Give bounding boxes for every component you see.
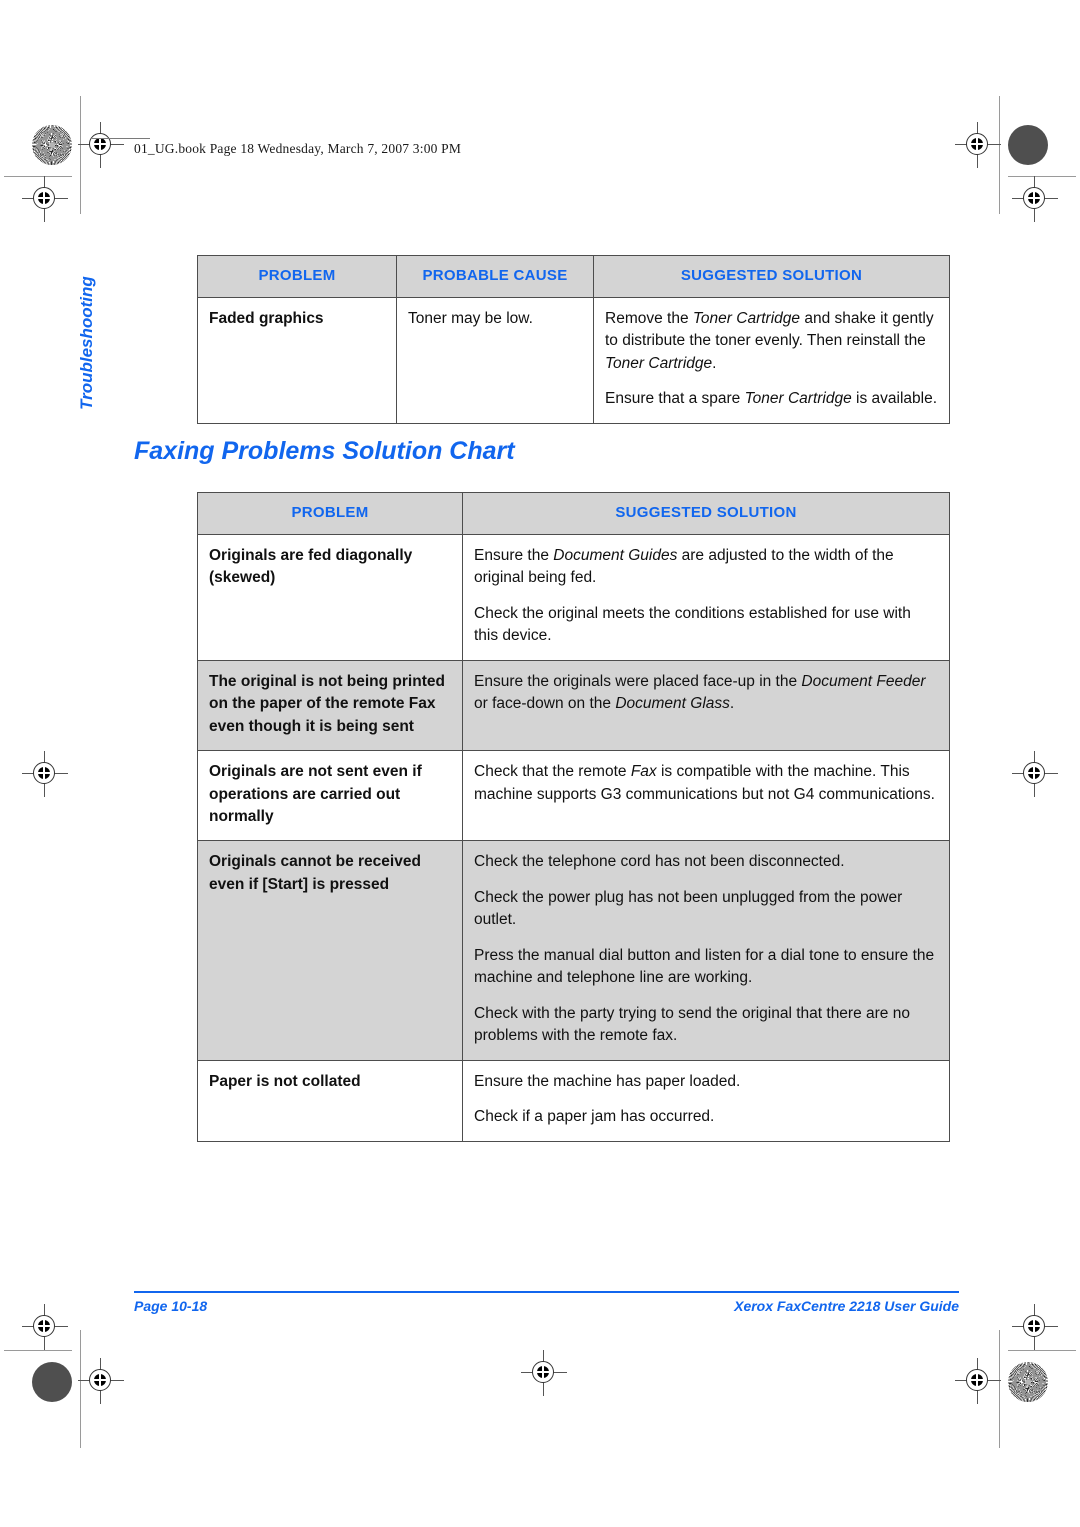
- file-header-text: 01_UG.book Page 18 Wednesday, March 7, 2…: [134, 141, 462, 156]
- column-header-problem: PROBLEM: [197, 255, 397, 298]
- table-row: The original is not being printed on the…: [197, 659, 950, 752]
- registration-mark-mid-left: [22, 751, 68, 797]
- footer-rule: [134, 1291, 959, 1293]
- solution-paragraph: Check the telephone cord has not been di…: [474, 853, 845, 871]
- cell-suggested-solution: Ensure the machine has paper loaded. Chec…: [462, 1059, 950, 1142]
- solution-paragraph: Remove the Toner Cartridge and shake it …: [605, 309, 934, 372]
- cell-suggested-solution: Remove the Toner Cartridge and shake it …: [593, 296, 950, 424]
- radial-density-target-bottom-right: [1008, 1362, 1048, 1402]
- solution-paragraph: Check if a paper jam has occurred.: [474, 1108, 715, 1126]
- footer-guide-title: Xerox FaxCentre 2218 User Guide: [734, 1298, 959, 1314]
- cell-suggested-solution: Check that the remote Fax is compatible …: [462, 750, 950, 842]
- column-header-suggested-solution: SUGGESTED SOLUTION: [462, 492, 950, 535]
- column-header-suggested-solution: SUGGESTED SOLUTION: [593, 255, 950, 298]
- cell-problem: Originals cannot be received even if [St…: [197, 840, 463, 1061]
- cell-suggested-solution: Ensure the originals were placed face-up…: [462, 659, 950, 752]
- cell-problem: The original is not being printed on the…: [197, 659, 463, 752]
- cell-suggested-solution: Ensure the Document Guides are adjusted …: [462, 533, 950, 661]
- column-header-problem: PROBLEM: [197, 492, 463, 535]
- solution-paragraph: Ensure the originals were placed face-up…: [474, 672, 926, 713]
- copy-problems-table: PROBLEM PROBABLE CAUSE SUGGESTED SOLUTIO…: [197, 255, 950, 424]
- cell-problem: Originals are not sent even if operation…: [197, 750, 463, 842]
- cell-probable-cause: Toner may be low.: [396, 296, 594, 424]
- registration-mark-top-right-inner: [955, 122, 1001, 168]
- solution-paragraph: Ensure the machine has paper loaded.: [474, 1072, 741, 1090]
- solution-paragraph: Ensure that a spare Toner Cartridge is a…: [605, 390, 938, 408]
- cell-problem: Paper is not collated: [197, 1059, 463, 1142]
- trim-line-bottom-left: [4, 1350, 72, 1351]
- cell-suggested-solution: Check the telephone cord has not been di…: [462, 840, 950, 1061]
- chapter-tab: Troubleshooting: [77, 250, 127, 410]
- registration-mark-top-left-inner: [78, 122, 124, 168]
- registration-mark-top-left-outer: [22, 176, 68, 222]
- page-title: Faxing Problems Solution Chart: [134, 437, 515, 465]
- table-row: Originals cannot be received even if [St…: [197, 840, 950, 1061]
- registration-mark-bottom-right-inner: [955, 1358, 1001, 1404]
- registration-mark-bottom-right-outer: [1012, 1304, 1058, 1350]
- table-row: Faded graphics Toner may be low. Remove th…: [197, 296, 950, 424]
- solid-density-patch-bottom-left: [32, 1362, 72, 1402]
- registration-mark-top-right-outer: [1012, 176, 1058, 222]
- table-row: Originals are fed diagonally (skewed) Ens…: [197, 533, 950, 661]
- solution-paragraph: Check the power plug has not been unplug…: [474, 888, 903, 929]
- solution-paragraph: Ensure the Document Guides are adjusted …: [474, 546, 894, 587]
- solid-density-patch-top-right: [1008, 125, 1048, 165]
- footer-page-number: Page 10-18: [134, 1298, 208, 1314]
- solution-paragraph: Check that the remote Fax is compatible …: [474, 763, 935, 803]
- registration-mark-bottom-left-outer: [22, 1304, 68, 1350]
- solution-paragraph: Press the manual dial button and listen …: [474, 946, 935, 987]
- column-header-probable-cause: PROBABLE CAUSE: [396, 255, 594, 298]
- chapter-tab-label: Troubleshooting: [77, 276, 96, 410]
- cell-problem: Faded graphics: [197, 296, 397, 424]
- file-header-rule: [92, 138, 150, 139]
- registration-mark-mid-right: [1012, 751, 1058, 797]
- cell-problem: Originals are fed diagonally (skewed): [197, 533, 463, 661]
- copy-problems-table-body: Faded graphics Toner may be low. Remove th…: [197, 296, 950, 424]
- solution-paragraph: Check the original meets the conditions …: [474, 604, 911, 645]
- table-header-row: PROBLEM PROBABLE CAUSE SUGGESTED SOLUTIO…: [197, 255, 950, 298]
- table-header-row: PROBLEM SUGGESTED SOLUTION: [197, 492, 950, 535]
- radial-density-target-top-left: [32, 125, 72, 165]
- registration-mark-bottom-center: [521, 1350, 567, 1396]
- faxing-problems-table: PROBLEM SUGGESTED SOLUTION Originals are…: [197, 492, 950, 1142]
- faxing-problems-table-body: Originals are fed diagonally (skewed) Ens…: [197, 533, 950, 1142]
- registration-mark-bottom-left-inner: [78, 1358, 124, 1404]
- table-row: Paper is not collated Ensure the machine …: [197, 1059, 950, 1142]
- trim-line-bottom-right: [1008, 1350, 1076, 1351]
- solution-paragraph: Check with the party trying to send the …: [474, 1004, 910, 1045]
- table-row: Originals are not sent even if operation…: [197, 750, 950, 842]
